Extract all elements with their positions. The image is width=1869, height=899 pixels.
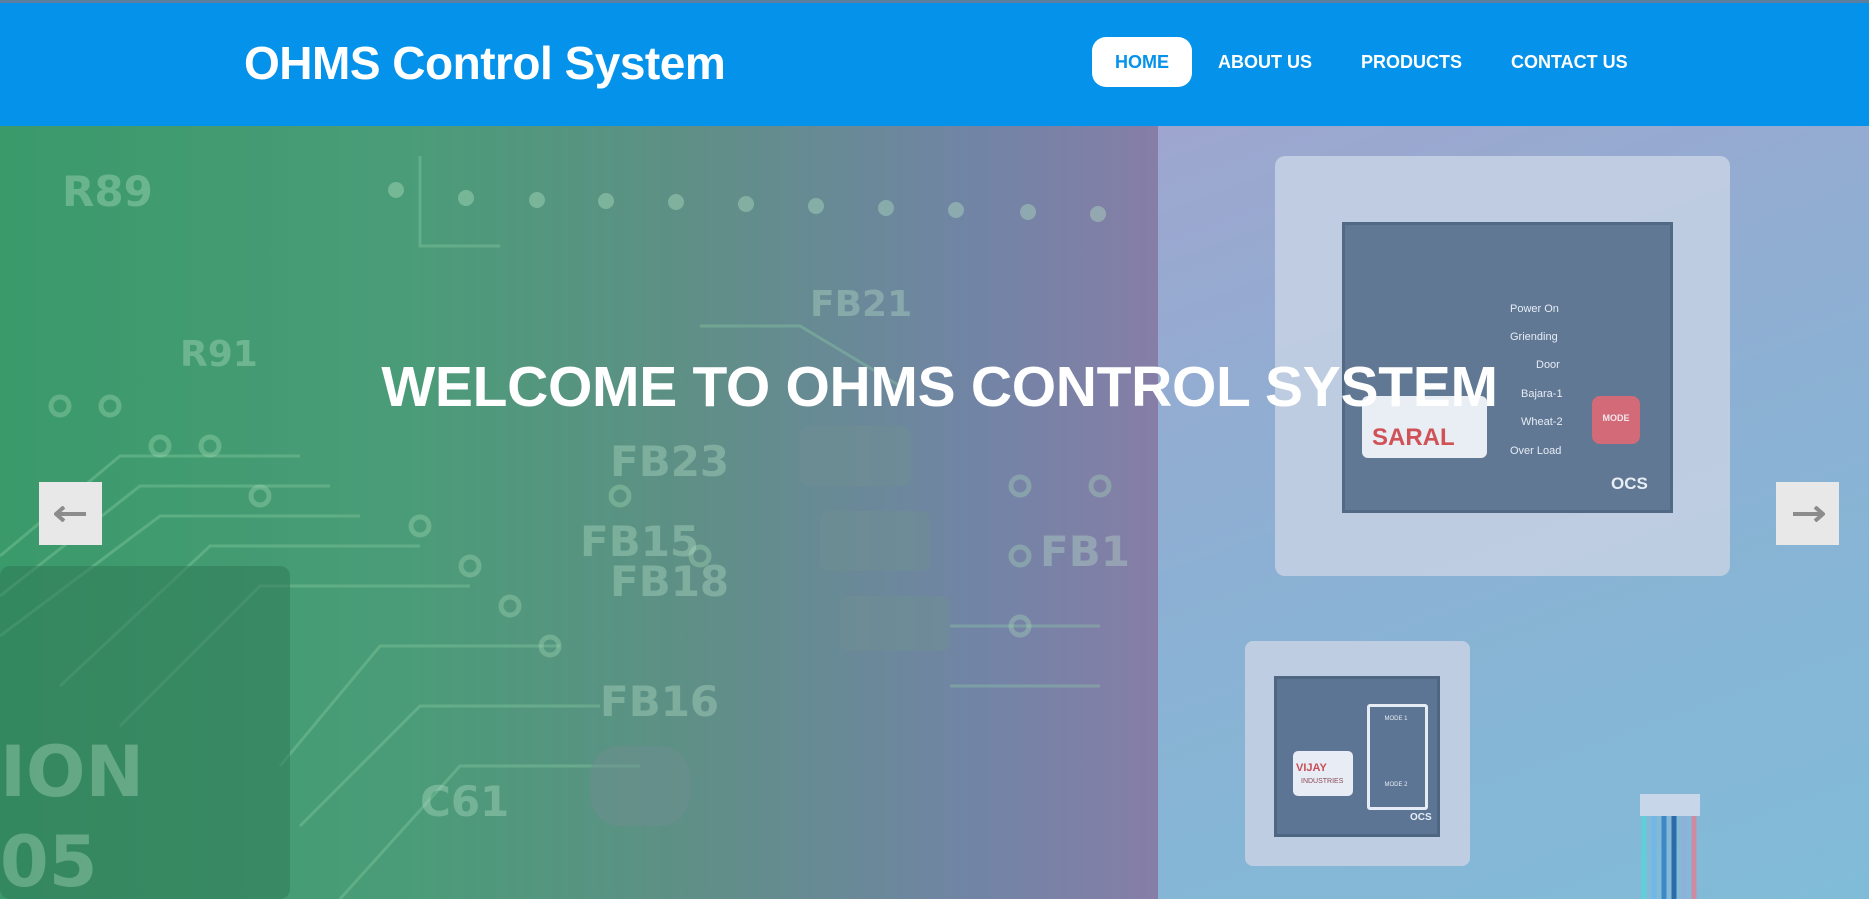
arrow-right-icon — [1792, 505, 1825, 522]
ocs-label-secondary: OCS — [1410, 812, 1432, 823]
circuit-label: FB16 — [600, 677, 719, 726]
nav-item-products[interactable]: PRODUCTS — [1338, 37, 1485, 87]
circuit-label: R89 — [62, 167, 153, 216]
arrow-left-icon — [53, 505, 86, 522]
cable-wires-graphic — [1640, 794, 1700, 899]
carousel-prev-button[interactable] — [39, 482, 102, 545]
hero-headline: WELCOME TO OHMS CONTROL SYSTEM — [0, 354, 1869, 420]
saral-logo: SARAL — [1372, 424, 1455, 451]
site-brand[interactable]: OHMS Control System — [244, 35, 726, 91]
main-menu: HOME ABOUT US PRODUCTS CONTACT US — [1092, 37, 1654, 87]
hero-carousel: R89 R91 FB21 FB23 FB15 FB18 FB1 FB16 C61… — [0, 126, 1869, 899]
switch-label-top: MODE 1 — [1384, 716, 1408, 722]
vijay-logo-sub: INDUSTRIES — [1301, 778, 1344, 785]
switch-label-bottom: MODE 2 — [1384, 782, 1408, 788]
hero-headline-text: WELCOME TO OHMS CONTROL SYSTEM — [381, 355, 1498, 419]
vijay-logo: VIJAY — [1296, 762, 1327, 774]
circuit-label: FB18 — [610, 557, 729, 606]
circuit-label: FB1 — [1040, 527, 1130, 576]
circuit-label: C61 — [420, 777, 509, 826]
circuit-label: FB21 — [810, 284, 912, 325]
circuit-board-image: R89 R91 FB21 FB23 FB15 FB18 FB1 FB16 C61… — [0, 126, 1158, 899]
circuit-label: 05 — [0, 821, 97, 899]
panel-label: Power On — [1510, 303, 1559, 315]
circuit-board-graphic: R89 R91 FB21 FB23 FB15 FB18 FB1 FB16 C61… — [0, 156, 1130, 899]
carousel-next-button[interactable] — [1776, 482, 1839, 545]
navbar: OHMS Control System HOME ABOUT US PRODUC… — [0, 3, 1869, 126]
circuit-label: FB23 — [610, 437, 729, 486]
panel-label: Griending — [1510, 331, 1558, 343]
nav-item-about-us[interactable]: ABOUT US — [1195, 37, 1335, 87]
nav-item-home[interactable]: HOME — [1092, 37, 1192, 87]
nav-item-contact-us[interactable]: CONTACT US — [1488, 37, 1651, 87]
circuit-label: ION — [0, 731, 144, 813]
ocs-label: OCS — [1611, 474, 1648, 493]
panel-label: Over Load — [1510, 445, 1562, 457]
